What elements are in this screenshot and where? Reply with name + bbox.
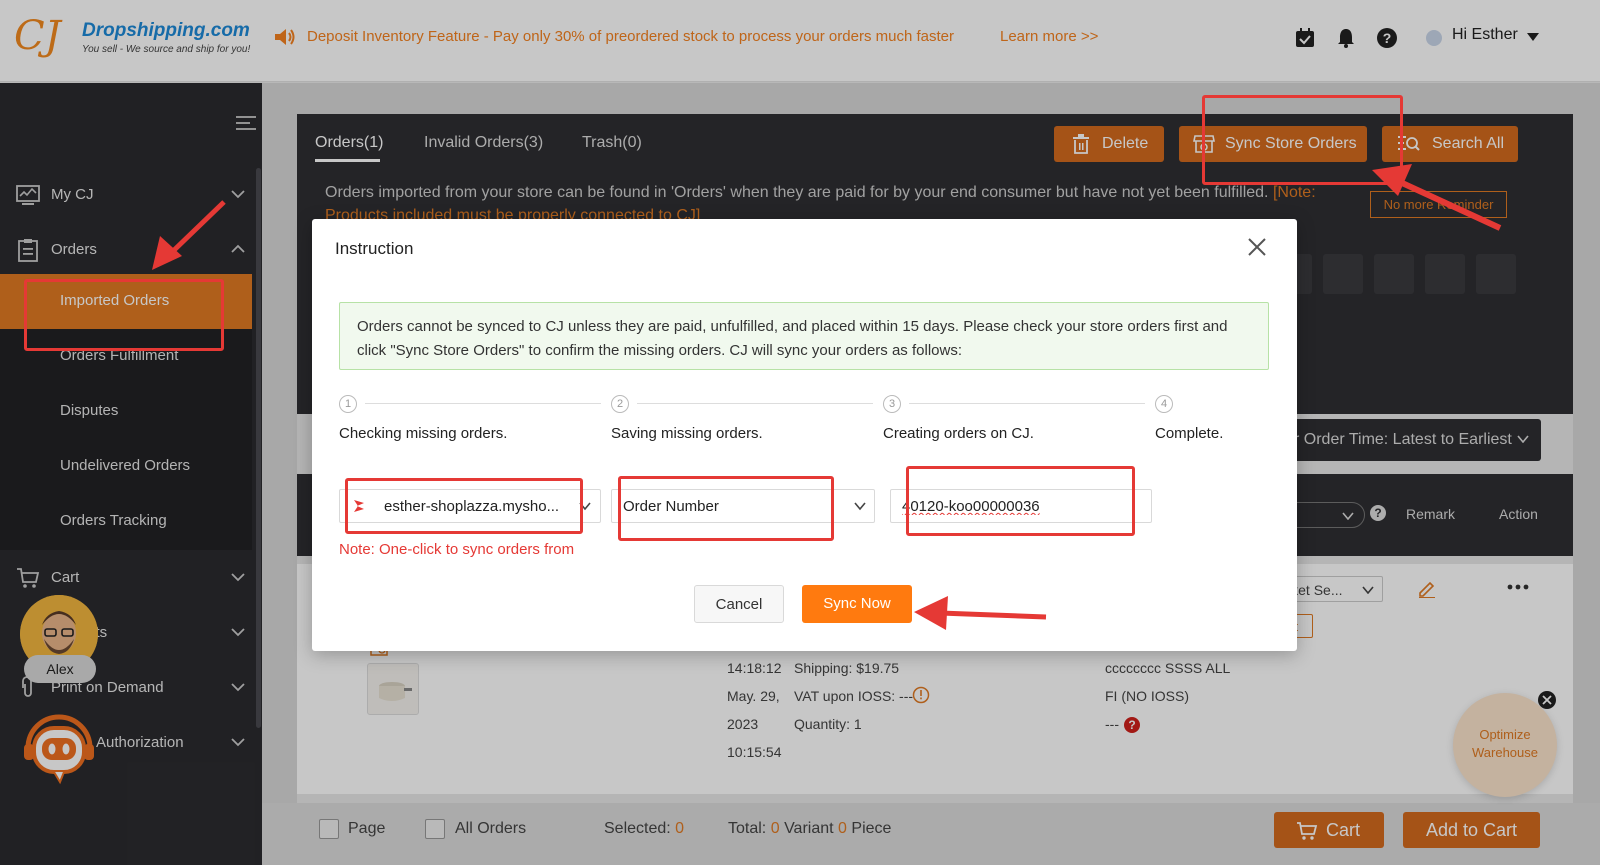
step-number: 4 [1155,395,1173,413]
step-label: Saving missing orders. [611,425,763,442]
step-connector [637,403,873,404]
step-label: Complete. [1155,425,1224,442]
chevron-down-icon [854,502,866,511]
step-connector [365,403,601,404]
sync-now-label: Sync Now [823,595,891,612]
cancel-label: Cancel [715,596,763,613]
highlight-search-type [618,476,834,541]
sync-note: Note: One-click to sync orders from [339,541,575,558]
step-connector [909,403,1145,404]
highlight-store-select [345,478,583,534]
highlight-sync-store-orders [1202,95,1403,185]
highlight-imported-orders [24,279,224,351]
close-icon[interactable] [1246,236,1268,258]
step-number: 1 [339,395,357,413]
step-number: 2 [611,395,629,413]
step-label: Checking missing orders. [339,425,508,442]
instruction-dialog: Instruction Orders cannot be synced to C… [312,219,1297,651]
dialog-title: Instruction [335,239,414,258]
sync-now-button[interactable]: Sync Now [802,585,912,623]
step-number: 3 [883,395,901,413]
step-label: Creating orders on CJ. [883,425,1034,442]
highlight-order-input [906,466,1135,536]
sync-notice: Orders cannot be synced to CJ unless the… [339,302,1269,370]
cancel-button[interactable]: Cancel [694,585,784,623]
